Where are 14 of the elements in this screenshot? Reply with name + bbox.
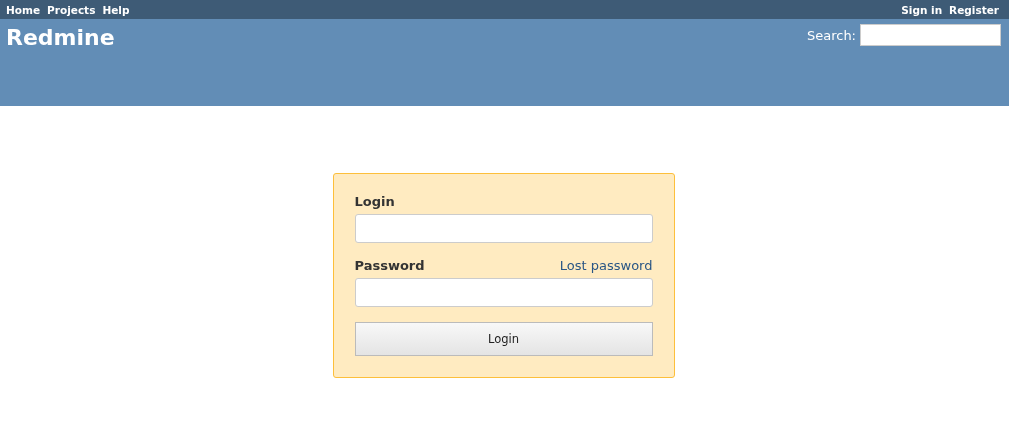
account-link[interactable]: Register xyxy=(949,3,999,16)
search-label: Search: xyxy=(806,27,856,43)
password-field[interactable] xyxy=(354,278,653,307)
login-button[interactable]: Login xyxy=(354,322,653,356)
account-link[interactable]: Sign in xyxy=(901,3,943,16)
menu-link[interactable]: Projects xyxy=(47,3,96,16)
site-title: Redmine xyxy=(6,25,115,50)
lost-password-link[interactable]: Lost password xyxy=(559,258,653,273)
login-field[interactable] xyxy=(354,214,653,243)
menu-link[interactable]: Home xyxy=(6,3,41,16)
field-label: Password xyxy=(354,258,425,273)
field-label: Login xyxy=(354,194,396,209)
menu-link[interactable]: Help xyxy=(102,3,130,16)
search-field[interactable] xyxy=(860,24,1001,46)
